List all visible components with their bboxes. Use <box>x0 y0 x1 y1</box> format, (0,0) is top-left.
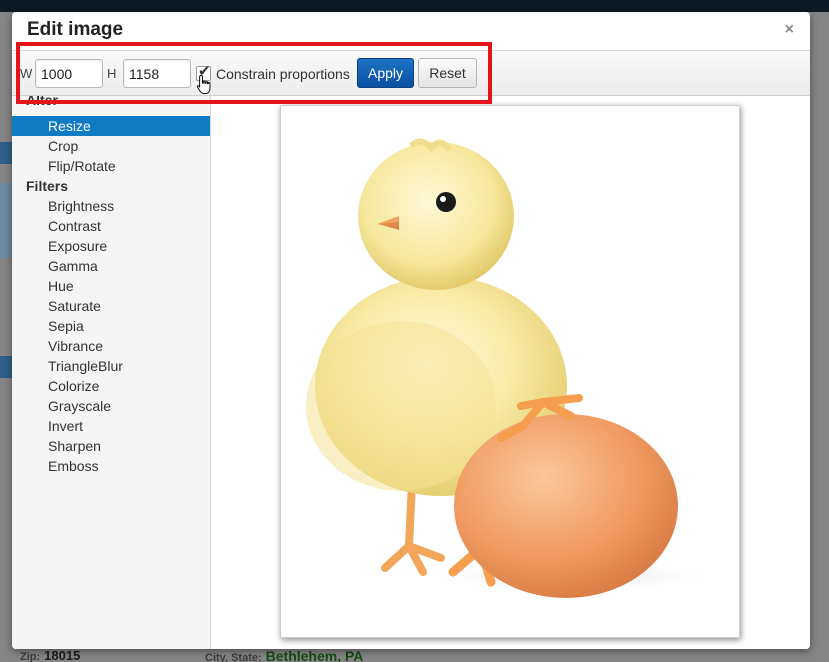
background-button-fragment <box>0 142 12 164</box>
zip-label: Zip: <box>20 651 41 662</box>
sidebar-item-emboss[interactable]: Emboss <box>12 456 210 476</box>
height-label: H <box>107 66 117 81</box>
sidebar-heading-alter: Alter <box>26 96 58 108</box>
sidebar-item-contrast[interactable]: Contrast <box>12 216 210 236</box>
constrain-proportions-label[interactable]: Constrain proportions <box>216 66 350 82</box>
hand-cursor-icon <box>196 74 211 94</box>
resize-toolbar: W H ✔ Constrain proportions Apply Reset <box>12 50 810 96</box>
dialog-header: Edit image × <box>12 12 810 50</box>
sidebar-item-vibrance[interactable]: Vibrance <box>12 336 210 356</box>
sidebar-item-invert[interactable]: Invert <box>12 416 210 436</box>
apply-button[interactable]: Apply <box>357 58 414 88</box>
background-top-bar <box>0 0 829 12</box>
sidebar-item-saturate[interactable]: Saturate <box>12 296 210 316</box>
sidebar-item-triangleblur[interactable]: TriangleBlur <box>12 356 210 376</box>
sidebar-item-brightness[interactable]: Brightness <box>12 196 210 216</box>
height-input[interactable] <box>123 59 191 88</box>
dialog-title: Edit image <box>27 19 124 40</box>
sidebar-item-sharpen[interactable]: Sharpen <box>12 436 210 456</box>
sidebar-item-grayscale[interactable]: Grayscale <box>12 396 210 416</box>
city-label: City, State: <box>205 652 262 662</box>
background-right-edge <box>810 12 829 662</box>
chick-and-egg-image <box>306 138 721 598</box>
background-city: City, State: Bethlehem, PA <box>205 648 363 662</box>
sidebar-item-crop[interactable]: Crop <box>12 136 210 156</box>
reset-button[interactable]: Reset <box>418 58 477 88</box>
sidebar-item-flip-rotate[interactable]: Flip/Rotate <box>12 156 210 176</box>
sidebar-item-exposure[interactable]: Exposure <box>12 236 210 256</box>
background-bottom-strip <box>0 648 829 662</box>
edit-image-dialog: Edit image × W H ✔ Constrain proportions… <box>12 12 810 649</box>
operations-sidebar: Alter Resize Crop Flip/Rotate Filters Br… <box>12 96 211 649</box>
background-thumbnail-fragment <box>0 183 12 258</box>
image-canvas[interactable] <box>280 105 740 638</box>
sidebar-item-sepia[interactable]: Sepia <box>12 316 210 336</box>
background-button-fragment <box>0 356 12 378</box>
sidebar-item-colorize[interactable]: Colorize <box>12 376 210 396</box>
zip-value: 18015 <box>44 648 81 662</box>
city-value: Bethlehem, PA <box>265 648 364 662</box>
sidebar-heading-filters: Filters <box>26 178 69 194</box>
sidebar-item-resize[interactable]: Resize <box>12 116 210 136</box>
background-zip: Zip: 18015 <box>20 648 80 662</box>
sidebar-item-hue[interactable]: Hue <box>12 276 210 296</box>
width-label: W <box>20 66 33 81</box>
close-icon[interactable]: × <box>785 22 794 38</box>
width-input[interactable] <box>35 59 103 88</box>
background-left-edge <box>0 12 12 662</box>
sidebar-item-gamma[interactable]: Gamma <box>12 256 210 276</box>
image-preview-pane <box>212 96 810 649</box>
